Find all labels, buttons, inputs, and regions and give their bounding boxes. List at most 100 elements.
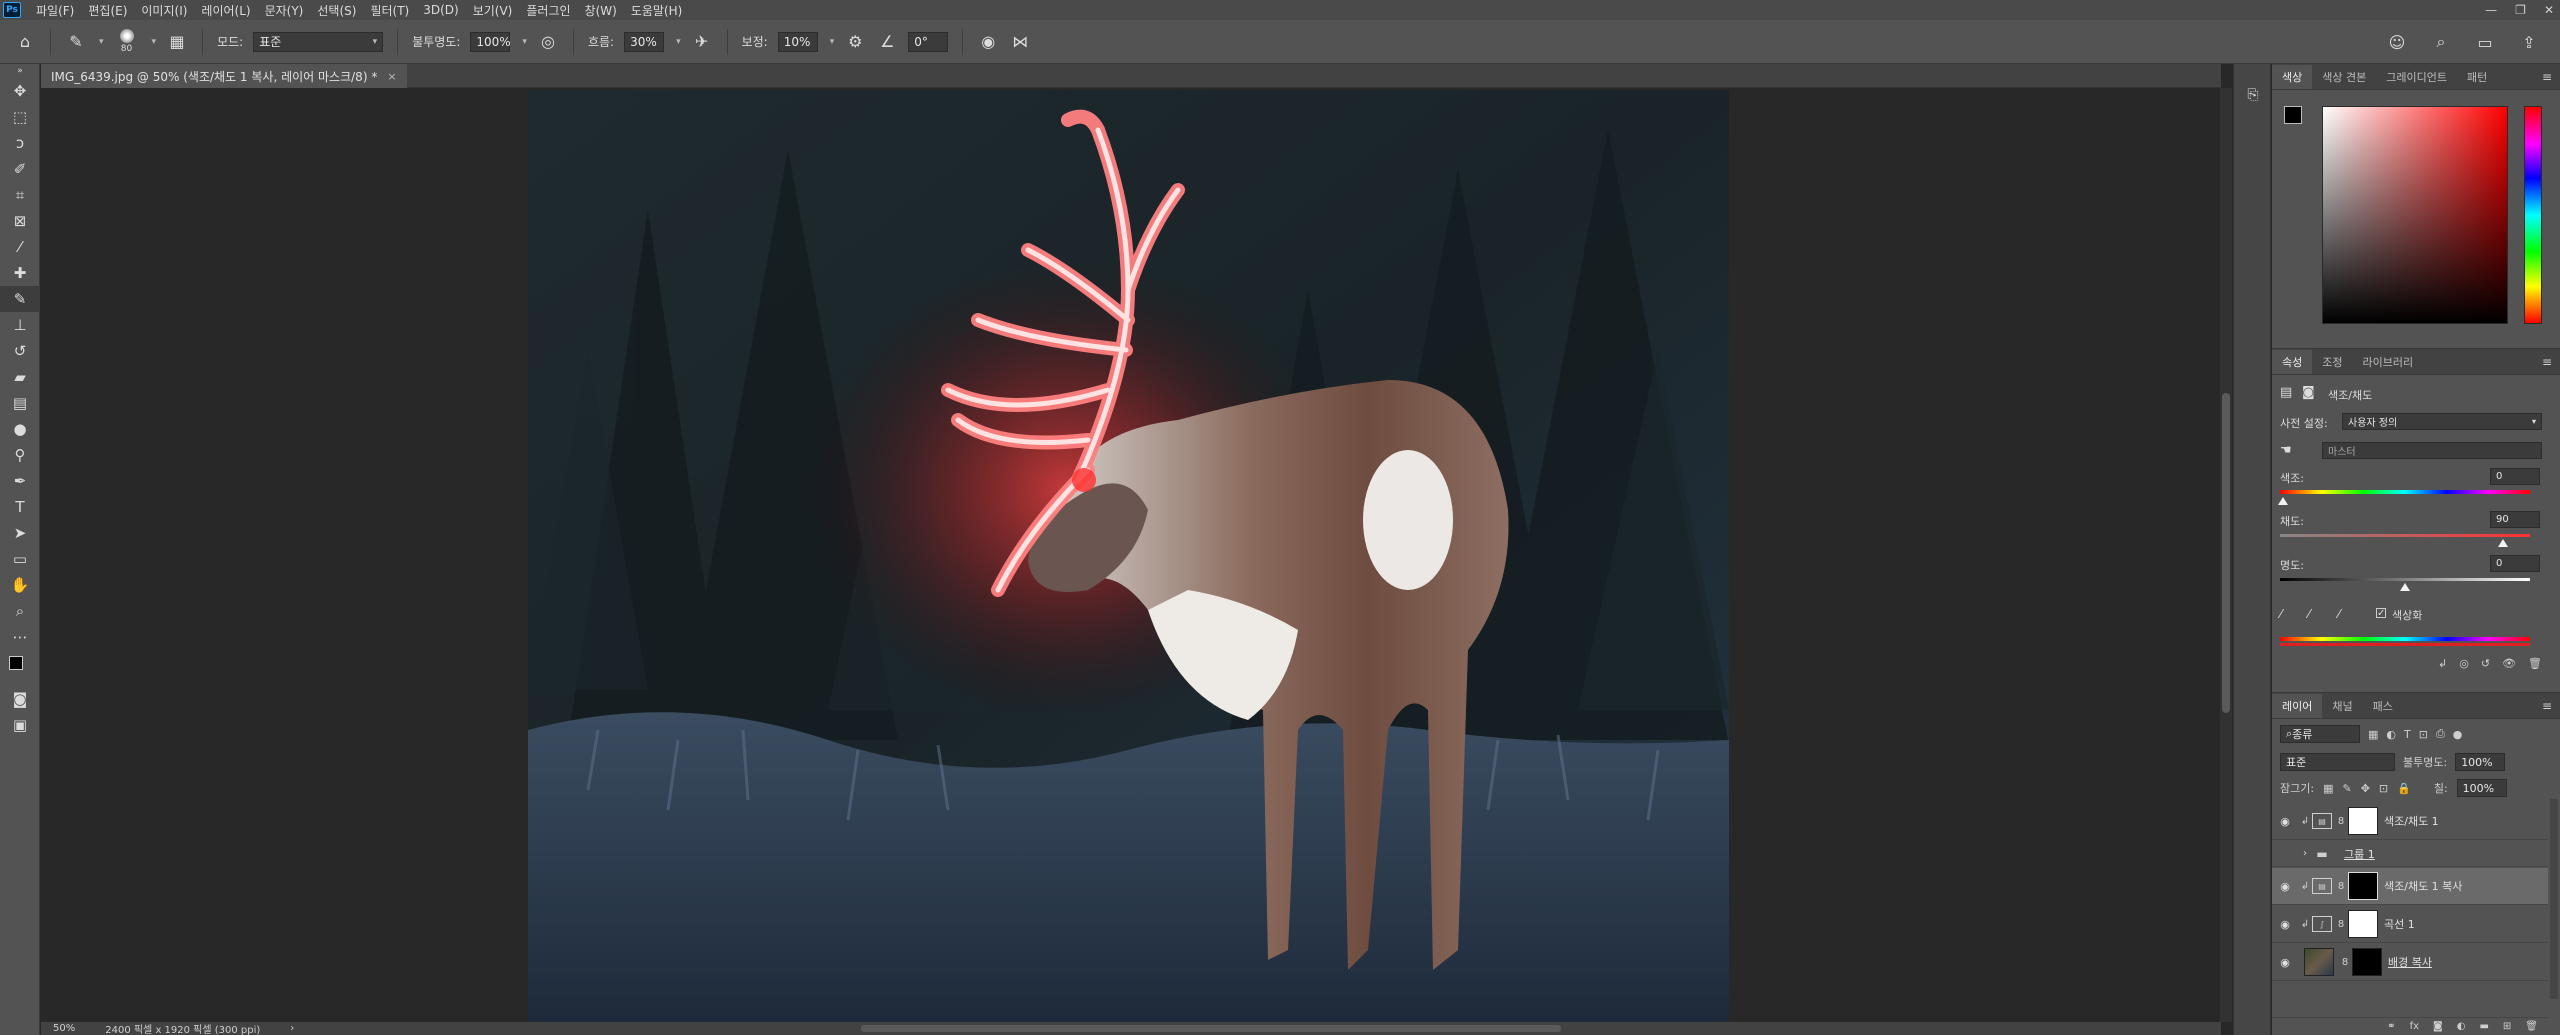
fill-input[interactable]: 100%	[2456, 779, 2507, 797]
adjustment-layer-icon[interactable]: ▤	[2280, 385, 2292, 400]
share-document-icon[interactable]: ⇪	[2518, 33, 2540, 52]
pressure-opacity-icon[interactable]: ◎	[537, 32, 559, 51]
panel-menu-icon[interactable]: ≡	[2542, 699, 2552, 713]
view-previous-icon[interactable]: ◎	[2459, 657, 2469, 677]
chevron-down-icon[interactable]: ▾	[152, 37, 157, 47]
layer-name[interactable]: 색조/채도 1	[2384, 813, 2439, 829]
scrollbar-thumb[interactable]	[2222, 393, 2230, 713]
more-tools-icon[interactable]: ⋯	[0, 624, 40, 650]
tab-swatches[interactable]: 색상 견본	[2312, 65, 2376, 89]
dodge-tool-icon[interactable]: ⚲	[0, 442, 40, 468]
color-swatches-tool[interactable]	[0, 650, 40, 686]
eyedropper-minus-icon[interactable]: ⁄	[2338, 607, 2340, 621]
fx-icon[interactable]: fx	[2410, 1021, 2419, 1032]
lock-transparency-icon[interactable]: ▦	[2323, 782, 2333, 795]
tab-paths[interactable]: 패스	[2363, 694, 2403, 718]
close-button[interactable]: ✕	[2544, 3, 2554, 17]
collapse-icon[interactable]: »	[0, 64, 40, 78]
chevron-down-icon[interactable]: ▾	[830, 37, 835, 47]
layer-mask-thumbnail[interactable]	[2352, 948, 2382, 976]
visibility-icon[interactable]: 👁	[2502, 657, 2516, 677]
layer-filter-select[interactable]: ⌕ 종류	[2280, 725, 2360, 743]
menu-select[interactable]: 선택(S)	[310, 2, 363, 19]
gear-icon[interactable]: ⚙	[844, 32, 866, 51]
trash-icon[interactable]: 🗑	[2528, 657, 2542, 677]
layer-row-background-copy[interactable]: ◉ 8 배경 복사	[2272, 944, 2548, 981]
visibility-eye-icon[interactable]: ◉	[2272, 880, 2298, 893]
close-icon[interactable]: ×	[387, 70, 396, 83]
quick-mask-icon[interactable]: ◙	[0, 686, 40, 712]
brush-settings-icon[interactable]: ▦	[166, 32, 188, 51]
airbrush-icon[interactable]: ✈	[691, 32, 713, 51]
channel-select[interactable]: 마스터	[2322, 442, 2542, 459]
chain-link-icon[interactable]: 8	[2336, 919, 2346, 930]
opacity-input[interactable]: 100%	[470, 31, 511, 52]
layer-name[interactable]: 곡선 1	[2384, 916, 2415, 932]
chevron-down-icon[interactable]: ▾	[99, 37, 104, 47]
menu-help[interactable]: 도움말(H)	[624, 2, 690, 19]
mode-select[interactable]: 표준 ▾	[253, 31, 384, 52]
pen-tool-icon[interactable]: ✒	[0, 468, 40, 494]
document-canvas[interactable]	[528, 90, 1729, 1022]
screen-mode-icon[interactable]: ▣	[0, 712, 40, 738]
layer-mask-thumbnail[interactable]	[2348, 807, 2378, 835]
menu-edit[interactable]: 편집(E)	[81, 2, 134, 19]
symmetry-icon[interactable]: ⋈	[1009, 32, 1031, 51]
layer-image-thumbnail[interactable]	[2304, 948, 2334, 976]
brush-tool-icon[interactable]: ✎	[65, 32, 87, 51]
flow-input[interactable]: 30%	[624, 31, 665, 52]
lightness-input[interactable]: 0	[2490, 555, 2540, 572]
trash-icon[interactable]: 🗑	[2525, 1021, 2538, 1032]
lasso-tool-icon[interactable]: ↄ	[0, 130, 40, 156]
canvas-area[interactable]	[41, 88, 2221, 1022]
chevron-down-icon[interactable]: ▾	[522, 37, 527, 47]
layer-name[interactable]: 색조/채도 1 복사	[2384, 878, 2462, 894]
menu-plugins[interactable]: 플러그인	[519, 2, 577, 19]
layer-row-curves-1[interactable]: ◉ ↲ ∫ 8 곡선 1	[2272, 906, 2548, 943]
history-panel-icon[interactable]: ⎘	[2234, 78, 2272, 112]
folder-icon[interactable]: ▬	[2479, 1021, 2488, 1032]
brush-preset-picker[interactable]: 80	[114, 25, 140, 59]
hue-slider-knob[interactable]	[2278, 497, 2288, 505]
mask-icon[interactable]: ◙	[2433, 1021, 2443, 1032]
home-icon[interactable]: ⌂	[14, 32, 36, 51]
layers-scrollbar[interactable]	[2550, 799, 2558, 999]
layer-row-hue-sat-1-copy[interactable]: ◉ ↲ ▤ 8 색조/채도 1 복사	[2272, 868, 2548, 905]
layer-name[interactable]: 배경 복사	[2388, 954, 2432, 970]
lightness-slider-knob[interactable]	[2400, 583, 2410, 591]
chain-link-icon[interactable]: 8	[2340, 957, 2350, 968]
new-layer-icon[interactable]: ⊞	[2503, 1021, 2511, 1032]
menu-type[interactable]: 문자(Y)	[258, 2, 311, 19]
pressure-size-icon[interactable]: ◉	[977, 32, 999, 51]
filter-adjustment-icon[interactable]: ◐	[2386, 728, 2396, 741]
chain-link-icon[interactable]: 8	[2336, 816, 2346, 827]
menu-layer[interactable]: 레이어(L)	[194, 2, 257, 19]
horizontal-scrollbar-thumb[interactable]	[861, 1025, 1561, 1032]
menu-3d[interactable]: 3D(D)	[416, 3, 465, 17]
eyedropper-tool-icon[interactable]: ⁄	[0, 234, 40, 260]
angle-input[interactable]: 0°	[908, 31, 949, 52]
lock-position-icon[interactable]: ✥	[2361, 782, 2370, 795]
panel-menu-icon[interactable]: ≡	[2542, 355, 2552, 369]
lock-all-icon[interactable]: 🔒	[2397, 782, 2411, 795]
clip-to-layer-icon[interactable]: ↲	[2438, 657, 2447, 677]
lock-image-icon[interactable]: ✎	[2342, 782, 2351, 795]
crop-tool-icon[interactable]: ⌗	[0, 182, 40, 208]
brush-tool-icon[interactable]: ✎	[0, 286, 40, 312]
history-brush-tool-icon[interactable]: ↺	[0, 338, 40, 364]
target-adjustment-icon[interactable]: ☚	[2280, 443, 2292, 458]
tab-channels[interactable]: 채널	[2322, 694, 2362, 718]
clone-stamp-tool-icon[interactable]: ⊥	[0, 312, 40, 338]
layer-name[interactable]: 그룹 1	[2344, 846, 2375, 862]
filter-toggle-icon[interactable]: ●	[2453, 728, 2463, 741]
visibility-eye-icon[interactable]: ◉	[2272, 918, 2298, 931]
panel-menu-icon[interactable]: ≡	[2542, 70, 2552, 84]
path-select-tool-icon[interactable]: ➤	[0, 520, 40, 546]
saturation-input[interactable]: 90	[2490, 511, 2540, 528]
minimize-button[interactable]: —	[2485, 3, 2497, 17]
zoom-tool-icon[interactable]: ⌕	[0, 598, 40, 624]
lock-artboard-icon[interactable]: ⊡	[2379, 782, 2388, 795]
eraser-tool-icon[interactable]: ▰	[0, 364, 40, 390]
layer-row-hue-sat-1[interactable]: ◉ ↲ ▤ 8 색조/채도 1	[2272, 803, 2548, 840]
healing-brush-tool-icon[interactable]: ✚	[0, 260, 40, 286]
